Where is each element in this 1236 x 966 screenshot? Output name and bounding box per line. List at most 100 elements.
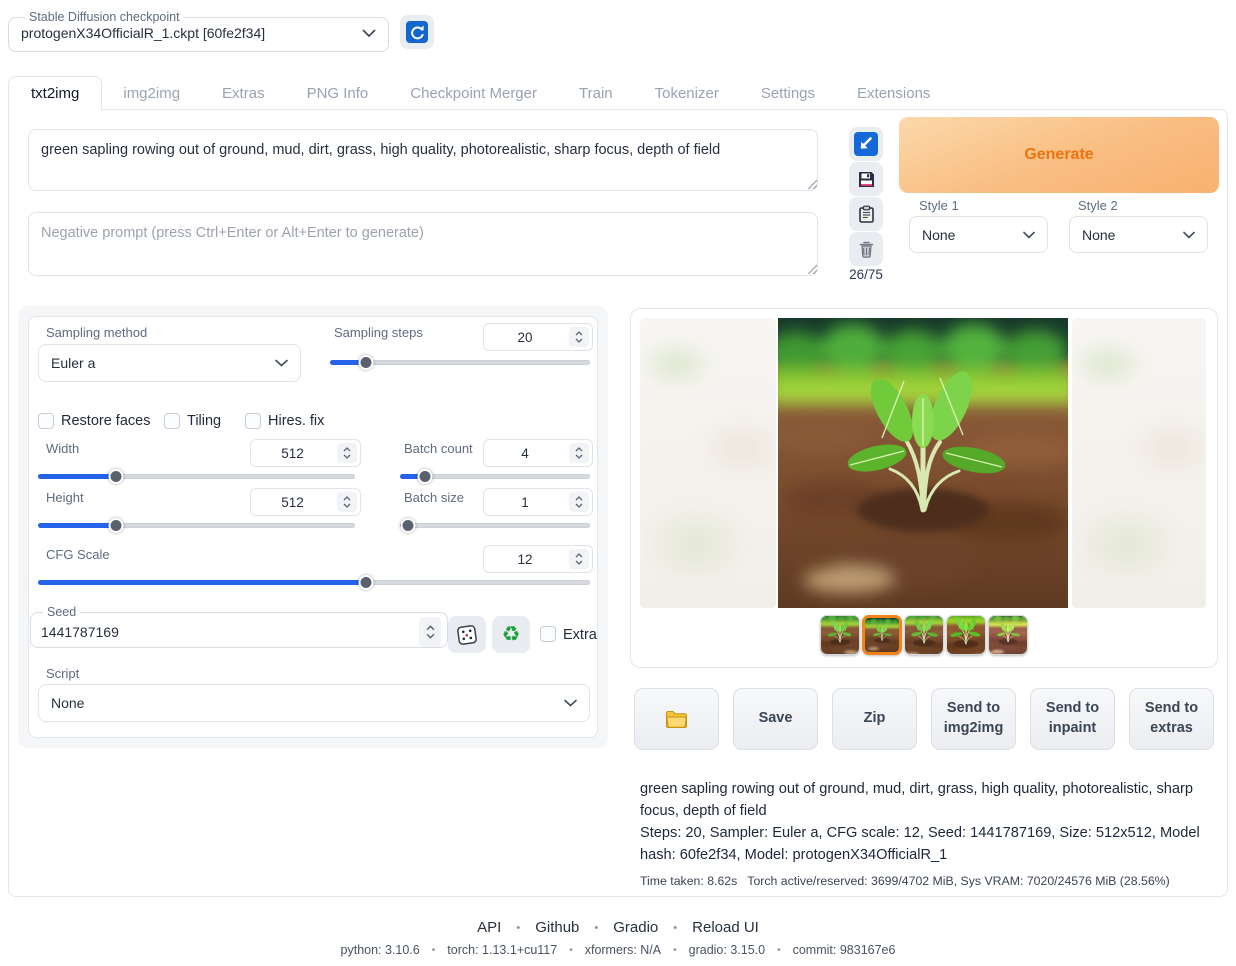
height-slider[interactable] [38,517,355,533]
seed-input[interactable] [41,624,381,640]
chevron-up-icon [343,496,351,501]
tab-img2img[interactable]: img2img [102,77,201,110]
tab-settings[interactable]: Settings [740,77,836,110]
cfg-scale-input[interactable]: 12 [483,545,593,573]
recycle-icon: ♻ [502,624,521,645]
chevron-down-icon [575,503,583,508]
thumbnail-4[interactable] [946,615,986,655]
chevron-up-icon [575,331,583,336]
folder-icon [665,710,688,729]
style1-dropdown[interactable]: None [909,216,1048,253]
restore-faces-checkbox[interactable] [38,413,54,429]
gallery-prev-image-ghost[interactable] [640,318,776,608]
thumbnail-1[interactable] [820,615,860,655]
save-style-button[interactable] [849,162,883,196]
xformers-version: xformers: N/A [585,943,661,957]
chevron-up-icon [343,447,351,452]
stepper-arrows[interactable] [569,443,589,463]
chevron-down-icon [362,29,376,38]
vram-stats: Torch active/reserved: 3699/4702 MiB, Sy… [747,874,1169,888]
sapling-thumb-image [946,615,986,655]
reload-ui-link[interactable]: Reload UI [692,919,759,936]
prompt-input[interactable]: green sapling rowing out of ground, mud,… [28,129,818,191]
random-seed-button[interactable] [448,616,486,653]
chevron-down-icon [1183,231,1195,239]
trash-icon [857,240,876,259]
refresh-checkpoint-button[interactable] [400,15,434,49]
sampling-steps-input[interactable]: 20 [483,323,593,351]
github-link[interactable]: Github [535,919,579,936]
chevron-down-icon [275,359,288,367]
chevron-up-icon [575,496,583,501]
batch-size-label: Batch size [404,490,464,505]
save-button[interactable]: Save [733,688,818,750]
width-slider[interactable] [38,468,355,484]
open-folder-button[interactable] [634,688,719,750]
tab-txt2img[interactable]: txt2img [8,76,102,111]
style2-dropdown[interactable]: None [1069,216,1208,253]
height-input[interactable]: 512 [250,488,361,516]
thumbnail-2-selected[interactable] [862,615,902,655]
stepper-arrows[interactable] [337,492,357,512]
send-to-inpaint-button[interactable]: Send to inpaint [1030,688,1115,750]
apply-style-button[interactable] [849,197,883,231]
negative-prompt-input[interactable] [28,212,818,276]
reuse-seed-button[interactable]: ♻ [492,616,530,653]
sampling-steps-slider[interactable] [330,354,590,370]
thumbnail-3[interactable] [904,615,944,655]
generated-image[interactable] [778,318,1068,608]
sampling-method-dropdown[interactable]: Euler a [38,344,301,382]
api-link[interactable]: API [477,919,501,936]
zip-button[interactable]: Zip [832,688,917,750]
height-label: Height [46,490,84,505]
gradio-link[interactable]: Gradio [613,919,658,936]
script-label: Script [46,666,79,681]
stepper-arrows[interactable] [569,492,589,512]
stepper-arrows[interactable] [337,443,357,463]
width-input[interactable]: 512 [250,439,361,467]
script-dropdown[interactable]: None [38,684,590,722]
tab-train[interactable]: Train [558,77,634,110]
generate-button[interactable]: Generate [899,117,1219,193]
style2-value: None [1082,227,1115,243]
batch-count-slider[interactable] [400,468,590,484]
paste-params-button[interactable] [849,127,883,161]
tab-extras[interactable]: Extras [201,77,286,110]
torch-version: torch: 1.13.1+cu117 [447,943,557,957]
batch-size-input[interactable]: 1 [483,488,593,516]
tab-tokenizer[interactable]: Tokenizer [634,77,740,110]
batch-count-label: Batch count [404,441,473,456]
send-to-extras-button[interactable]: Send to extras [1129,688,1214,750]
hires-fix-checkbox[interactable] [245,413,261,429]
sapling-thumb-image [988,615,1028,655]
stepper-arrows[interactable] [569,327,589,347]
tab-extensions[interactable]: Extensions [836,77,951,110]
gallery-next-image-ghost[interactable] [1072,318,1206,608]
info-params-text: Steps: 20, Sampler: Euler a, CFG scale: … [640,823,1220,867]
send-to-img2img-button[interactable]: Send to img2img [931,688,1016,750]
tiling-checkbox[interactable] [164,413,180,429]
commit-hash: commit: 983167e6 [793,943,896,957]
batch-size-slider[interactable] [400,517,590,533]
batch-count-input[interactable]: 4 [483,439,593,467]
checkpoint-dropdown[interactable]: protogenX34OfficialR_1.ckpt [60fe2f34] [21,25,376,41]
thumbnail-5[interactable] [988,615,1028,655]
floppy-disk-icon [857,170,876,189]
checkpoint-fieldset: Stable Diffusion checkpoint protogenX34O… [8,10,389,52]
performance-text: Time taken: 8.62sTorch active/reserved: … [640,874,1220,888]
chevron-down-icon [343,454,351,459]
chevron-up-icon [426,625,435,631]
clear-prompt-button[interactable] [849,232,883,266]
cfg-scale-slider[interactable] [38,574,590,590]
stepper-arrows[interactable] [569,549,589,569]
chevron-down-icon [575,338,583,343]
extra-seed-label: Extra [563,627,597,643]
style2-label: Style 2 [1078,198,1118,213]
stepper-arrows[interactable] [419,617,441,647]
sapling-thumb-image [865,618,899,652]
extra-seed-checkbox[interactable] [540,626,556,642]
tab-png-info[interactable]: PNG Info [286,77,390,110]
tab-checkpoint-merger[interactable]: Checkpoint Merger [389,77,558,110]
width-label: Width [46,441,79,456]
hires-fix-label: Hires. fix [268,413,324,429]
